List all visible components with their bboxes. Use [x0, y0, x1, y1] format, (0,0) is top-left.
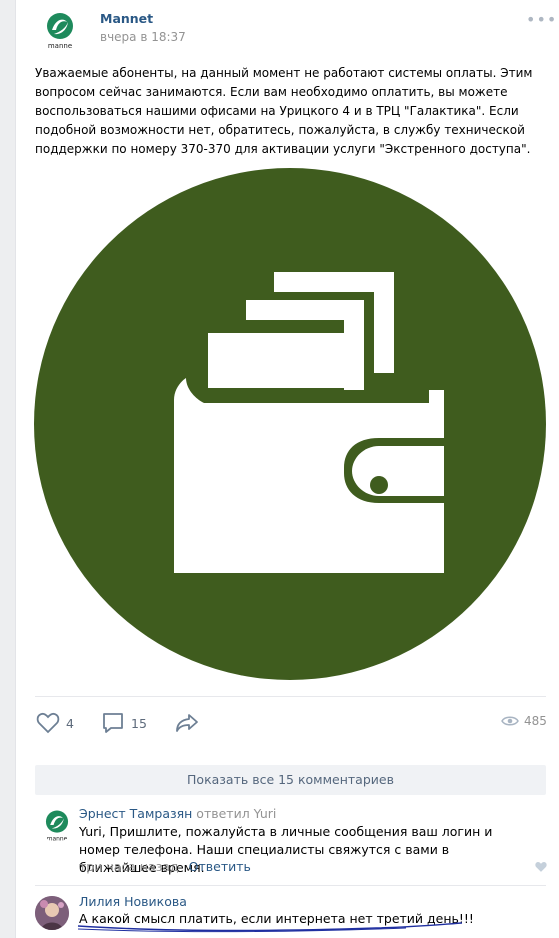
- heart-icon: [36, 712, 60, 734]
- handdrawn-underline: [77, 922, 463, 933]
- wallet-icon: [34, 168, 546, 680]
- actions-divider: [35, 696, 546, 697]
- author-name[interactable]: Mannet: [100, 11, 153, 26]
- likes-count: 4: [66, 715, 74, 731]
- mannet-logo-icon: manne: [45, 810, 69, 842]
- post-card: manne Mannet вчера в 18:37 ••• Уважаемые…: [15, 0, 559, 938]
- post-image[interactable]: [34, 168, 546, 680]
- comment-divider: [35, 885, 546, 886]
- comment-button[interactable]: 15: [101, 710, 147, 736]
- mannet-logo-icon: manne: [47, 13, 73, 50]
- post-date[interactable]: вчера в 18:37: [100, 30, 186, 44]
- reply-button[interactable]: Ответить: [189, 859, 251, 874]
- comments-count: 15: [131, 715, 147, 731]
- show-all-comments-button[interactable]: Показать все 15 комментариев: [35, 765, 546, 795]
- comment-author: Эрнест Тамразян ответил Yuri: [79, 806, 276, 821]
- post-text: Уважаемые абоненты, на данный момент не …: [35, 66, 533, 156]
- comment-like-icon[interactable]: [534, 861, 548, 876]
- user-photo-icon: [35, 896, 69, 930]
- share-icon: [176, 714, 198, 732]
- share-button[interactable]: [174, 710, 200, 736]
- logo-text: manne: [48, 42, 72, 50]
- comment-author-name[interactable]: Лилия Новикова: [79, 894, 187, 909]
- comment-meta: три часа назад Ответить: [79, 859, 251, 874]
- author-avatar[interactable]: manne: [40, 10, 80, 50]
- comment-author-name[interactable]: Эрнест Тамразян: [79, 806, 192, 821]
- commenter-avatar[interactable]: manne: [40, 808, 74, 842]
- views-count: 485: [524, 714, 547, 728]
- logo-text: manne: [47, 835, 68, 842]
- like-button[interactable]: 4: [36, 710, 74, 736]
- eye-icon: [501, 716, 519, 726]
- views-counter: 485: [501, 714, 547, 728]
- reply-to-label[interactable]: ответил Yuri: [196, 806, 276, 821]
- comment-time[interactable]: три часа назад: [79, 859, 179, 874]
- commenter-avatar[interactable]: [35, 896, 69, 930]
- more-options-icon[interactable]: •••: [526, 10, 557, 29]
- comment-icon: [103, 713, 123, 733]
